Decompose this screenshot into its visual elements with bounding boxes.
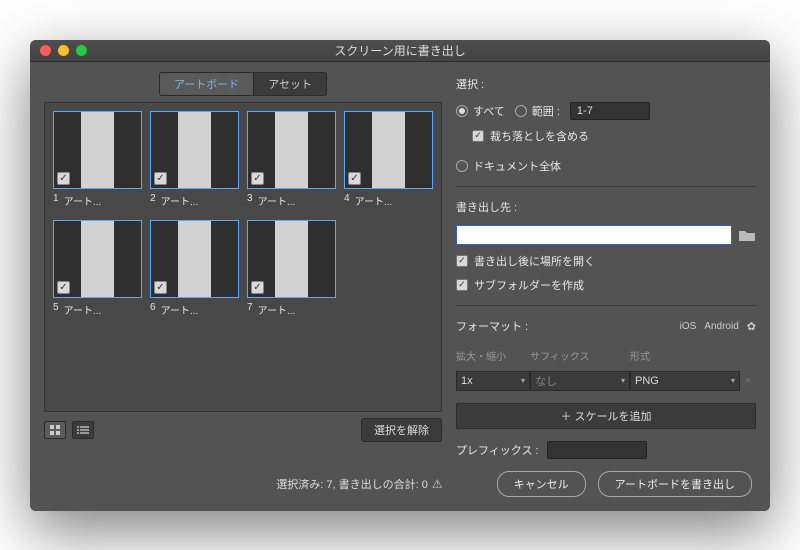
folder-icon[interactable] xyxy=(738,228,756,242)
artboard-thumb[interactable]: ✓ 5アート... xyxy=(53,220,142,317)
close-icon[interactable] xyxy=(40,45,51,56)
create-subfolders-checkbox[interactable]: ✓サブフォルダーを作成 xyxy=(456,277,756,293)
prefix-input[interactable] xyxy=(547,441,647,459)
type-select[interactable]: PNG▾ xyxy=(630,371,740,391)
artboard-grid: ✓ 1アート...✓ 2アート...✓ 3アート...✓ 4アート... ✓ 5ア… xyxy=(44,102,442,412)
radio-full-document[interactable]: ドキュメント全体 xyxy=(456,158,756,174)
gear-icon[interactable]: ✿ xyxy=(747,320,756,333)
android-preset-button[interactable]: Android xyxy=(704,321,738,332)
artboard-thumb[interactable]: ✓ 7アート... xyxy=(247,220,336,317)
export-to-label: 書き出し先 : xyxy=(456,199,756,215)
artboard-thumb[interactable]: ✓ 3アート... xyxy=(247,111,336,208)
artboard-thumb[interactable]: ✓ 1アート... xyxy=(53,111,142,208)
delete-row-icon[interactable]: × xyxy=(740,375,756,387)
export-button[interactable]: アートボードを書き出し xyxy=(598,471,752,497)
include-bleed-checkbox[interactable]: ✓裁ち落としを含める xyxy=(472,128,756,144)
check-icon[interactable]: ✓ xyxy=(251,281,264,294)
artboard-thumb[interactable]: ✓ 6アート... xyxy=(150,220,239,317)
warning-icon: ⚠ xyxy=(432,477,443,491)
tab-bar: アートボード アセット xyxy=(44,72,442,96)
suffix-select[interactable]: なし▾ xyxy=(530,371,630,391)
titlebar: スクリーン用に書き出し xyxy=(30,40,770,62)
check-icon[interactable]: ✓ xyxy=(57,172,70,185)
list-icon xyxy=(77,425,89,435)
check-icon[interactable]: ✓ xyxy=(154,281,167,294)
format-label: フォーマット : xyxy=(456,318,528,334)
selection-label: 選択 : xyxy=(456,76,756,92)
grid-icon xyxy=(50,425,60,435)
cancel-button[interactable]: キャンセル xyxy=(497,471,586,497)
artboard-thumb[interactable]: ✓ 2アート... xyxy=(150,111,239,208)
window-title: スクリーン用に書き出し xyxy=(30,42,770,59)
tab-artboards[interactable]: アートボード xyxy=(159,72,254,96)
tab-assets[interactable]: アセット xyxy=(254,72,327,96)
format-columns: 拡大・縮小サフィックス形式 xyxy=(456,348,756,363)
export-for-screens-dialog: スクリーン用に書き出し アートボード アセット ✓ 1アート...✓ 2アート.… xyxy=(30,40,770,511)
open-location-checkbox[interactable]: ✓書き出し後に場所を開く xyxy=(456,253,756,269)
prefix-label: プレフィックス : xyxy=(456,442,539,458)
radio-range[interactable]: 範囲 : xyxy=(515,103,560,119)
scale-select[interactable]: 1x▾ xyxy=(456,371,530,391)
zoom-icon[interactable] xyxy=(76,45,87,56)
minimize-icon[interactable] xyxy=(58,45,69,56)
list-view-button[interactable] xyxy=(72,421,94,439)
artboard-thumb[interactable]: ✓ 4アート... xyxy=(344,111,433,208)
check-icon[interactable]: ✓ xyxy=(154,172,167,185)
check-icon[interactable]: ✓ xyxy=(348,172,361,185)
ios-preset-button[interactable]: iOS xyxy=(680,321,697,332)
clear-selection-button[interactable]: 選択を解除 xyxy=(361,418,442,442)
status-text: 選択済み: 7, 書き出しの合計: 0 ⚠ xyxy=(276,476,442,492)
check-icon[interactable]: ✓ xyxy=(251,172,264,185)
range-input[interactable] xyxy=(570,102,650,120)
check-icon[interactable]: ✓ xyxy=(57,281,70,294)
export-path-input[interactable] xyxy=(456,225,732,245)
radio-all[interactable]: すべて xyxy=(456,103,505,119)
grid-view-button[interactable] xyxy=(44,421,66,439)
add-scale-button[interactable]: ＋ スケールを追加 xyxy=(456,403,756,429)
